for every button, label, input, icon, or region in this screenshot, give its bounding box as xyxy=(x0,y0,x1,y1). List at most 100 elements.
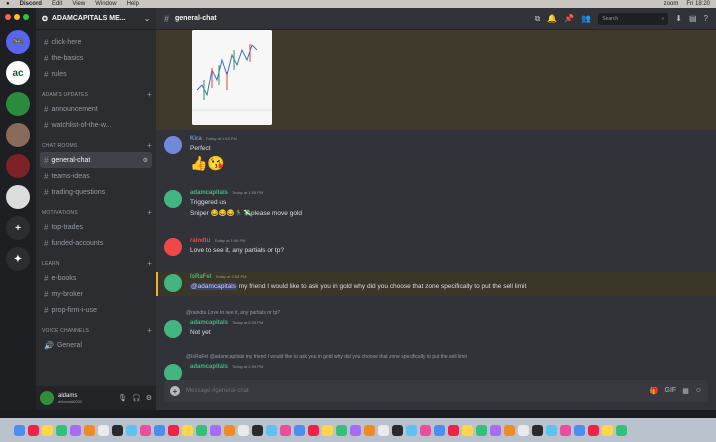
server-server-red[interactable] xyxy=(6,154,30,178)
channel-my-broker[interactable]: # my-broker xyxy=(40,286,152,302)
user-mention[interactable]: @adamcapitals xyxy=(190,283,237,290)
menubar-window[interactable]: Window xyxy=(95,1,116,7)
channel-rules[interactable]: # rules xyxy=(40,66,152,82)
avatar[interactable] xyxy=(164,364,182,380)
message-author[interactable]: Kira xyxy=(190,136,202,142)
channel-teams-ideas[interactable]: # teams-ideas xyxy=(40,168,152,184)
composer-input[interactable]: Message #general-chat xyxy=(186,388,249,394)
category-header[interactable]: LEARN + xyxy=(42,260,152,268)
channel-click-here[interactable]: # click-here xyxy=(40,34,152,50)
dock-app-icon[interactable] xyxy=(462,424,473,436)
inbox-icon[interactable]: ▤ xyxy=(689,14,697,23)
dock-app-icon[interactable] xyxy=(518,424,529,436)
dock-app-icon[interactable] xyxy=(140,424,151,436)
message-author[interactable]: adamcapitals xyxy=(190,364,228,370)
dock-app-icon[interactable] xyxy=(434,424,445,436)
avatar[interactable] xyxy=(164,320,182,338)
message-author[interactable]: adamcapitals xyxy=(190,190,228,196)
menubar-help[interactable]: Help xyxy=(127,1,139,7)
members-icon[interactable]: 👥 xyxy=(581,14,591,23)
attach-plus-icon[interactable]: + xyxy=(170,386,180,396)
dock-app-icon[interactable] xyxy=(546,424,557,436)
message-author[interactable]: raindtu xyxy=(190,238,210,244)
download-icon[interactable]: ⬇ xyxy=(675,14,682,23)
dock-app-icon[interactable] xyxy=(210,424,221,436)
avatar[interactable] xyxy=(164,190,182,208)
dock-app-icon[interactable] xyxy=(336,424,347,436)
channel-the-basics[interactable]: # the-basics xyxy=(40,50,152,66)
dock-app-icon[interactable] xyxy=(70,424,81,436)
dock-app-icon[interactable] xyxy=(322,424,333,436)
server-server-green[interactable] xyxy=(6,92,30,116)
emoji-icon[interactable]: ☺ xyxy=(695,387,702,395)
bell-icon[interactable]: 🔔 xyxy=(547,14,557,23)
channel-announcement[interactable]: # announcement xyxy=(40,101,152,117)
reply-preview[interactable]: @raindtu Love to see it, any partials or… xyxy=(186,310,280,316)
threads-icon[interactable]: ⧉ xyxy=(535,14,541,24)
channel-general-chat[interactable]: # general-chat ⚙ xyxy=(40,152,152,168)
add-channel-icon[interactable]: + xyxy=(147,209,152,217)
server-explore[interactable]: ✦ xyxy=(6,247,30,271)
dock-app-icon[interactable] xyxy=(588,424,599,436)
category-header[interactable]: VOICE CHANNELS + xyxy=(42,327,152,335)
dock-app-icon[interactable] xyxy=(112,424,123,436)
channel-funded-accounts[interactable]: # funded-accounts xyxy=(40,235,152,251)
category-header[interactable]: CHAT ROOMS + xyxy=(42,142,152,150)
dock-app-icon[interactable] xyxy=(154,424,165,436)
channel-general[interactable]: 🔊 General xyxy=(40,337,152,353)
dock-app-icon[interactable] xyxy=(574,424,585,436)
dock-app-icon[interactable] xyxy=(42,424,53,436)
chart-attachment[interactable] xyxy=(192,30,272,125)
gear-icon[interactable]: ⚙ xyxy=(146,394,152,402)
category-header[interactable]: MOTIVATIONS + xyxy=(42,209,152,217)
avatar[interactable] xyxy=(164,274,182,292)
gift-icon[interactable]: 🎁 xyxy=(650,387,659,395)
channel-prop-firm-i-use[interactable]: # prop-firm-i-use xyxy=(40,302,152,318)
microphone-icon[interactable]: 🎙 xyxy=(118,394,127,402)
server-discord-home[interactable]: 🎮 xyxy=(6,30,30,54)
menubar-view[interactable]: View xyxy=(72,1,85,7)
help-icon[interactable]: ? xyxy=(704,14,708,23)
add-channel-icon[interactable]: + xyxy=(147,142,152,150)
dock-app-icon[interactable] xyxy=(84,424,95,436)
avatar[interactable] xyxy=(164,136,182,154)
dock-app-icon[interactable] xyxy=(350,424,361,436)
add-channel-icon[interactable]: + xyxy=(147,91,152,99)
pin-icon[interactable]: 📌 xyxy=(564,14,574,23)
search-input[interactable]: Search ⌕ xyxy=(598,12,669,25)
dock-app-icon[interactable] xyxy=(602,424,613,436)
guild-header[interactable]: ✪ ADAMCAPITALS ME... ⌄ xyxy=(36,8,156,30)
dock-app-icon[interactable] xyxy=(266,424,277,436)
dock-app-icon[interactable] xyxy=(224,424,235,436)
dock-app-icon[interactable] xyxy=(252,424,263,436)
minimize-window-button[interactable] xyxy=(14,14,20,20)
dock-app-icon[interactable] xyxy=(420,424,431,436)
dock-app-icon[interactable] xyxy=(308,424,319,436)
dock-app-icon[interactable] xyxy=(490,424,501,436)
category-header[interactable]: ADAM'S UPDATES + xyxy=(42,91,152,99)
channel-watchlist-of-the-w[interactable]: # watchlist-of-the-w... xyxy=(40,117,152,133)
close-window-button[interactable] xyxy=(5,14,11,20)
add-channel-icon[interactable]: + xyxy=(147,327,152,335)
headphones-icon[interactable]: 🎧 xyxy=(132,394,141,402)
dock-app-icon[interactable] xyxy=(14,424,25,436)
dock-app-icon[interactable] xyxy=(196,424,207,436)
avatar[interactable] xyxy=(164,238,182,256)
message-author[interactable]: adamcapitals xyxy=(190,320,228,326)
dock-app-icon[interactable] xyxy=(448,424,459,436)
dock-app-icon[interactable] xyxy=(56,424,67,436)
dock-app-icon[interactable] xyxy=(476,424,487,436)
chevron-down-icon[interactable]: ⌄ xyxy=(144,15,150,23)
dock-app-icon[interactable] xyxy=(504,424,515,436)
message-author[interactable]: IsRaFel xyxy=(190,274,211,280)
channel-trading-questions[interactable]: # trading-questions xyxy=(40,184,152,200)
gif-icon[interactable]: GIF xyxy=(665,387,677,395)
server-server-avatar-1[interactable] xyxy=(6,123,30,147)
sticker-icon[interactable]: ▦ xyxy=(682,387,689,395)
apple-icon[interactable]: ● xyxy=(6,1,10,7)
message-composer[interactable]: + Message #general-chat 🎁 GIF ▦ ☺ xyxy=(164,380,708,402)
dock-app-icon[interactable] xyxy=(616,424,627,436)
server-adamcapitals[interactable]: ac xyxy=(6,61,30,85)
maximize-window-button[interactable] xyxy=(23,14,29,20)
dock-app-icon[interactable] xyxy=(98,424,109,436)
